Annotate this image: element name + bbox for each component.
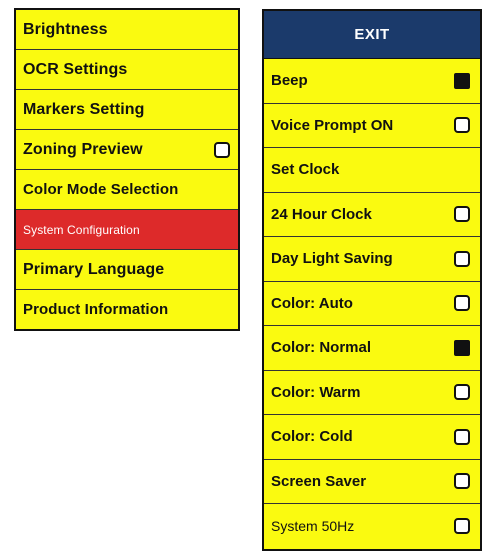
submenu-item-label: Color: Cold	[271, 428, 353, 446]
submenu-item-24-hour-clock[interactable]: 24 Hour Clock	[264, 193, 480, 237]
menu-item-markers-setting[interactable]: Markers Setting	[16, 90, 238, 130]
submenu-item-label: Screen Saver	[271, 472, 367, 490]
menu-item-label: System Configuration	[23, 222, 140, 237]
menu-item-label: Brightness	[23, 20, 108, 38]
menu-item-primary-language[interactable]: Primary Language	[16, 250, 238, 290]
submenu-item-label: 24 Hour Clock	[271, 205, 372, 223]
submenu-item-system-50hz[interactable]: System 50Hz	[264, 504, 480, 549]
submenu-item-label: Beep	[271, 72, 308, 90]
menu-item-label: Product Information	[23, 301, 169, 318]
submenu-item-color-warm[interactable]: Color: Warm	[264, 371, 480, 415]
24-hour-clock-checkbox[interactable]	[454, 206, 470, 223]
submenu-item-label: Day Light Saving	[271, 250, 393, 268]
submenu-item-day-light-saving[interactable]: Day Light Saving	[264, 237, 480, 282]
menu-item-color-mode-selection[interactable]: Color Mode Selection	[16, 170, 238, 210]
main-settings-menu: Brightness OCR Settings Markers Setting …	[14, 8, 240, 331]
menu-item-zoning-preview[interactable]: Zoning Preview	[16, 130, 238, 170]
submenu-item-label: Color: Auto	[271, 294, 353, 312]
submenu-item-voice-prompt[interactable]: Voice Prompt ON	[264, 104, 480, 148]
screen-saver-checkbox[interactable]	[454, 473, 470, 490]
menu-item-ocr-settings[interactable]: OCR Settings	[16, 50, 238, 90]
color-normal-checkbox[interactable]	[454, 339, 470, 356]
exit-button[interactable]: EXIT	[264, 11, 480, 59]
system-configuration-submenu: EXIT Beep Voice Prompt ON Set Clock 24 H…	[262, 9, 482, 551]
submenu-item-label: System 50Hz	[271, 518, 355, 535]
submenu-item-color-auto[interactable]: Color: Auto	[264, 282, 480, 326]
menu-item-label: Zoning Preview	[23, 140, 143, 158]
system-50hz-checkbox[interactable]	[454, 518, 470, 535]
color-auto-checkbox[interactable]	[454, 295, 470, 312]
menu-item-label: Markers Setting	[23, 100, 145, 118]
menu-item-label: OCR Settings	[23, 60, 128, 78]
submenu-item-screen-saver[interactable]: Screen Saver	[264, 460, 480, 504]
submenu-item-color-cold[interactable]: Color: Cold	[264, 415, 480, 460]
menu-item-system-configuration[interactable]: System Configuration	[16, 210, 238, 250]
menu-item-brightness[interactable]: Brightness	[16, 10, 238, 50]
zoning-preview-checkbox[interactable]	[214, 141, 230, 158]
submenu-item-label: Color: Warm	[271, 383, 361, 401]
menu-item-label: Color Mode Selection	[23, 181, 179, 198]
submenu-item-beep[interactable]: Beep	[264, 59, 480, 104]
menu-item-label: Primary Language	[23, 260, 165, 278]
submenu-item-color-normal[interactable]: Color: Normal	[264, 326, 480, 371]
beep-checkbox[interactable]	[454, 72, 470, 89]
day-light-saving-checkbox[interactable]	[454, 250, 470, 267]
color-warm-checkbox[interactable]	[454, 384, 470, 401]
voice-prompt-checkbox[interactable]	[454, 117, 470, 134]
submenu-item-label: Set Clock	[271, 161, 340, 179]
submenu-item-label: Voice Prompt ON	[271, 116, 394, 134]
menu-item-product-information[interactable]: Product Information	[16, 290, 238, 329]
color-cold-checkbox[interactable]	[454, 428, 470, 445]
submenu-item-label: Color: Normal	[271, 339, 372, 357]
submenu-item-set-clock[interactable]: Set Clock	[264, 148, 480, 193]
